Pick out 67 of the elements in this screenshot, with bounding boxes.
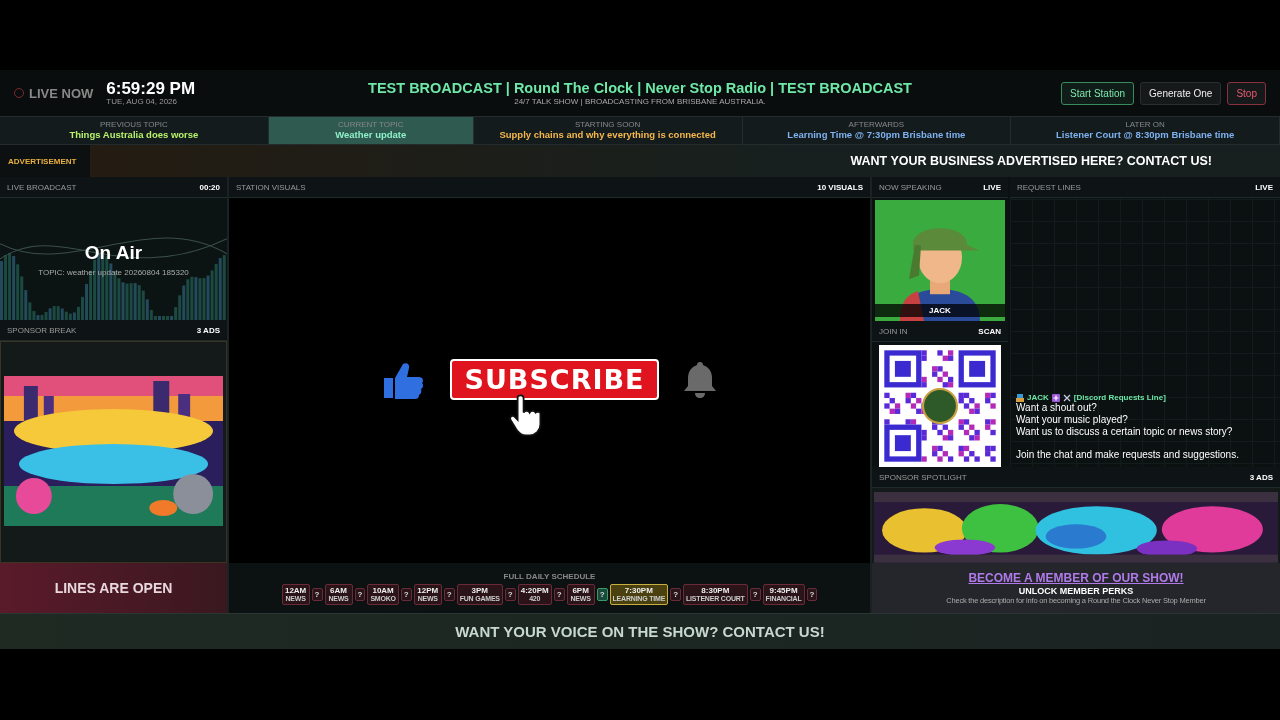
on-air-status: On Air [84, 241, 143, 264]
topic-title: Things Australia does worse [69, 129, 199, 141]
topic-title: Supply chains and why everything is connected [499, 129, 716, 141]
question-badge: ? [749, 587, 761, 601]
visuals-count: 10 VISUALS [817, 182, 863, 192]
panel-title: SPONSOR SPOTLIGHT [879, 472, 967, 482]
bell-icon [682, 359, 717, 400]
message-channel: [Discord Requests Line] [1073, 393, 1166, 402]
plus-badge-icon [1051, 393, 1060, 402]
header-button[interactable]: Start Station [1061, 81, 1135, 105]
question-badge: ? [443, 587, 455, 601]
topic-caption: AFTERWARDS [848, 120, 905, 129]
ad-count: 3 ADS [1249, 472, 1273, 482]
topic-caption: LATER ON [1125, 120, 1165, 129]
schedule-title: FULL DAILY SCHEDULE [503, 571, 596, 581]
topic-caption: CURRENT TOPIC [338, 120, 404, 129]
message-line: Want us to discuss a certain topic or news story? [1016, 426, 1234, 438]
broadcast-timer: 00:20 [199, 182, 220, 192]
ad-count: 3 ADS [196, 325, 220, 335]
on-air-topic: TOPIC: weather update 20260804 185320 [38, 267, 189, 277]
message-author: JACK [1027, 393, 1049, 402]
live-label: LIVE NOW [29, 85, 94, 101]
topic-title: Learning Time @ 7:30pm Brisbane time [787, 129, 966, 141]
question-badge: ? [806, 587, 818, 601]
member-link[interactable]: BECOME A MEMBER OF OUR SHOW! [968, 571, 1184, 585]
speaker-name: JACK [875, 304, 1005, 317]
subscribe-button[interactable]: SUBSCRIBE [450, 359, 659, 400]
question-badge: ? [670, 587, 682, 601]
lines-open-text: LINES ARE OPEN [54, 580, 173, 596]
header-button[interactable]: Stop [1227, 81, 1266, 105]
topic-tab[interactable]: PREVIOUS TOPIC Things Australia does worse [0, 117, 269, 144]
footer-text: WANT YOUR VOICE ON THE SHOW? CONTACT US! [455, 623, 825, 640]
member-heading: UNLOCK MEMBER PERKS [1018, 586, 1134, 596]
topic-caption: PREVIOUS TOPIC [100, 120, 168, 129]
panel-title: SPONSOR BREAK [7, 325, 77, 335]
panel-title: STATION VISUALS [236, 182, 306, 192]
message-line: Join the chat and make requests and suggestions. [1016, 449, 1240, 461]
question-badge: ? [553, 587, 565, 601]
live-label: LIVE [983, 182, 1001, 192]
header-button[interactable]: Generate One [1140, 81, 1222, 105]
question-badge: ? [311, 587, 323, 601]
scan-label: SCAN [978, 326, 1001, 336]
panel-title: REQUEST LINES [1017, 182, 1081, 192]
advertisement-label: ADVERTISEMENT [0, 145, 90, 177]
panel-title: NOW SPEAKING [879, 182, 942, 192]
topic-title: Listener Court @ 8:30pm Brisbane time [1056, 129, 1235, 141]
topic-caption: STARTING SOON [574, 120, 641, 129]
question-badge: ? [400, 587, 412, 601]
question-badge: ? [504, 587, 516, 601]
panel-title: LIVE BROADCAST [7, 182, 77, 192]
advertisement-text: WANT YOUR BUSINESS ADVERTISED HERE? CONTACT US! [850, 154, 1212, 168]
topic-tab[interactable]: CURRENT TOPIC Weather update [268, 117, 474, 144]
clock-time: 6:59:29 PM [106, 80, 196, 97]
person-icon [1016, 393, 1024, 402]
broadcast-title: TEST BROADCAST | Round The Clock | Never Stop Radio | TEST BROADCAST [368, 80, 912, 96]
broadcast-subtitle: 24/7 TALK SHOW | BROADCASTING FROM BRISBANE AUSTRALIA. [514, 97, 766, 106]
clock-date: TUE, AUG 04, 2026 [106, 97, 178, 106]
topic-tab[interactable]: AFTERWARDS Learning Time @ 7:30pm Brisbane time [742, 117, 1012, 144]
topic-title: Weather update [335, 129, 407, 141]
panel-title: JOIN IN [879, 326, 908, 336]
live-label: LIVE [1255, 182, 1273, 192]
message-line: Want a shout out? [1016, 402, 1098, 414]
message-line: Want your music played? [1016, 414, 1129, 426]
question-badge: ? [354, 587, 366, 601]
topic-tab[interactable]: LATER ON Listener Court @ 8:30pm Brisbane time [1011, 117, 1280, 144]
question-badge: ? [596, 587, 608, 601]
topic-tab[interactable]: STARTING SOON Supply chains and why everything is connected [473, 117, 743, 144]
